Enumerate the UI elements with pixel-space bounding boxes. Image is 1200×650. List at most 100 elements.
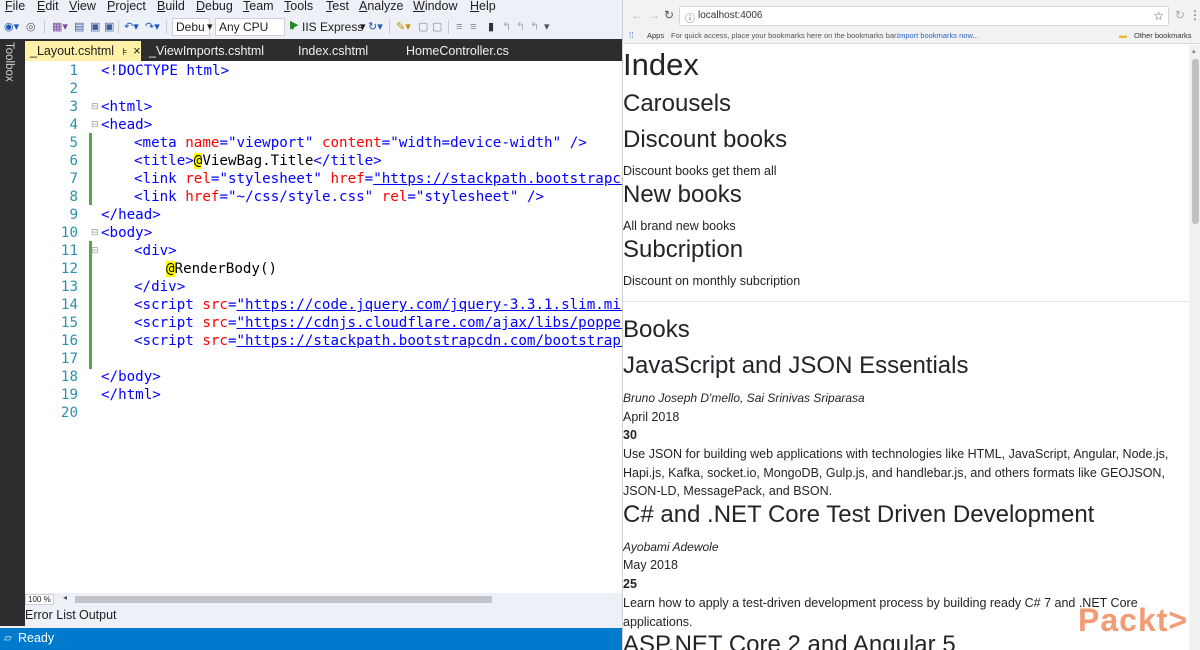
fold-icon[interactable]: ⊟	[91, 102, 99, 112]
code-token: "stylesheet"	[415, 189, 519, 205]
new-project-icon[interactable]: ▦▾	[52, 19, 68, 35]
zoom-select[interactable]: 100 %	[25, 594, 54, 605]
pin-icon[interactable]: ⊧	[122, 47, 127, 58]
fold-icon[interactable]: ⊟	[91, 246, 99, 256]
menu-test[interactable]: Test	[326, 0, 349, 13]
forward-nav-icon[interactable]: ◎	[26, 19, 36, 35]
tab-index-cshtml[interactable]: Index.cshtml	[298, 41, 368, 61]
menu-team[interactable]: Team	[243, 0, 274, 13]
line-number: 11	[60, 243, 78, 259]
configuration-select[interactable]: Debu	[172, 18, 210, 36]
chevron-down-icon[interactable]: ▾	[360, 19, 366, 35]
line-number: 15	[60, 315, 78, 331]
info-icon[interactable]: ⓘ	[685, 10, 695, 25]
scroll-thumb[interactable]	[75, 596, 492, 603]
fold-icon[interactable]: ⊟	[91, 120, 99, 130]
back-nav-icon[interactable]: ◉▾	[4, 19, 19, 35]
menu-icon[interactable]: ⋮	[1189, 8, 1200, 22]
code-line-3: <html>	[101, 99, 152, 115]
menu-view[interactable]: View	[69, 0, 96, 13]
forward-icon[interactable]: →	[648, 8, 660, 22]
code-token: "~/css/style.css"	[227, 189, 374, 205]
code-token: RenderBody()	[174, 261, 278, 277]
code-token: @	[166, 261, 175, 277]
menu-build[interactable]: Build	[157, 0, 185, 13]
code-line-1: <!DOCTYPE html>	[101, 63, 229, 79]
run-target-button[interactable]: IIS Express	[302, 19, 363, 35]
open-file-icon[interactable]: ▤	[74, 19, 84, 35]
code-editor[interactable]: 1 2 3 4 5 6 7 8 9 10 11 12 13 14 15 16 1…	[25, 61, 622, 593]
save-all-icon[interactable]: ▣	[104, 19, 114, 35]
code-link[interactable]: "https://stackpath.bootstrapcdn.	[373, 171, 622, 187]
scroll-thumb[interactable]	[1192, 59, 1199, 224]
code-line-10: <body>	[101, 225, 152, 241]
step-icon[interactable]: ▢	[418, 19, 428, 35]
book-title: ASP.NET Core 2 and Angular 5	[623, 631, 956, 650]
format-icon[interactable]: ≡	[470, 19, 476, 35]
refresh-icon[interactable]: ↻▾	[368, 19, 383, 35]
bookmark-icon[interactable]: ↰	[516, 19, 525, 35]
fold-icon[interactable]: ⊟	[91, 228, 99, 238]
bookmark-icon[interactable]: ↰	[530, 19, 539, 35]
code-link[interactable]: "https://cdnjs.cloudflare.com/ajax/libs/…	[237, 315, 622, 331]
menu-tools[interactable]: Tools	[284, 0, 313, 13]
bookmark-icon[interactable]: ↰	[502, 19, 511, 35]
menu-project[interactable]: Project	[107, 0, 146, 13]
heading-books: Books	[623, 316, 690, 343]
play-icon[interactable]: ▶	[290, 17, 298, 33]
close-icon[interactable]: ×	[133, 44, 140, 58]
line-number: 17	[60, 351, 78, 367]
apps-icon[interactable]: ⁞⁞	[629, 31, 633, 40]
other-bookmarks[interactable]: Other bookmarks	[1134, 31, 1192, 40]
extension-icon[interactable]: ↻	[1175, 8, 1185, 22]
tab-layout-cshtml[interactable]: _Layout.cshtml ⊧ ×	[25, 41, 141, 61]
menu-window[interactable]: Window	[413, 0, 457, 13]
undo-icon[interactable]: ↶▾	[124, 19, 139, 35]
line-number: 7	[69, 171, 78, 187]
star-icon[interactable]: ☆	[1153, 9, 1164, 23]
code-line-13: </div>	[134, 279, 185, 295]
menu-analyze[interactable]: Analyze	[359, 0, 403, 13]
address-bar[interactable]: ⓘ localhost:4006 ☆	[679, 6, 1169, 26]
scroll-left-icon[interactable]: ◂	[63, 593, 67, 602]
overflow-icon[interactable]: ▾	[544, 19, 550, 35]
browser-link-icon[interactable]: ✎▾	[396, 19, 411, 35]
apps-link[interactable]: Apps	[647, 31, 664, 40]
back-icon[interactable]: ←	[631, 8, 643, 22]
tab-output[interactable]: Output	[79, 608, 117, 622]
reload-icon[interactable]: ↻	[664, 8, 674, 22]
visual-studio-window: File Edit View Project Build Debug Team …	[0, 0, 622, 650]
editor-horizontal-scrollbar[interactable]: 100 % ◂	[25, 593, 622, 606]
code-token: href	[330, 171, 365, 187]
tab-viewimports-cshtml[interactable]: _ViewImports.cshtml	[149, 41, 264, 61]
scroll-up-icon[interactable]: ▴	[1192, 47, 1196, 55]
tab-homecontroller-cs[interactable]: HomeController.cs	[406, 41, 509, 61]
code-token: src	[202, 333, 228, 349]
chevron-down-icon[interactable]: ▾	[207, 19, 213, 35]
subcription-text: Discount on monthly subcription	[623, 274, 801, 288]
code-link[interactable]: "https://stackpath.bootstrapcdn.com/boot…	[237, 333, 622, 349]
book-price: 30	[623, 428, 637, 442]
menu-file[interactable]: File	[5, 0, 25, 13]
code-token: />	[569, 135, 587, 151]
bookmark-icon[interactable]: ▮	[488, 19, 494, 35]
tab-error-list[interactable]: Error List	[25, 608, 76, 622]
bookmarks-bar: ⁞⁞ Apps For quick access, place your boo…	[623, 30, 1200, 44]
code-token: <link	[134, 171, 177, 187]
discount-text: Discount books get them all	[623, 164, 777, 178]
save-icon[interactable]: ▣	[90, 19, 100, 35]
step-icon[interactable]: ▢	[432, 19, 442, 35]
menu-edit[interactable]: Edit	[37, 0, 59, 13]
toolbox-label[interactable]: Toolbox	[3, 42, 15, 82]
code-token: <body>	[101, 225, 153, 241]
page-vertical-scrollbar[interactable]: ▴	[1189, 45, 1200, 650]
redo-icon[interactable]: ↷▾	[145, 19, 160, 35]
import-bookmarks-link[interactable]: Import bookmarks now...	[897, 31, 979, 40]
code-token: ViewBag.Title	[202, 153, 314, 169]
format-icon[interactable]: ≡	[456, 19, 462, 35]
platform-select[interactable]: Any CPU	[215, 18, 285, 36]
code-link[interactable]: "https://code.jquery.com/jquery-3.3.1.sl…	[237, 297, 622, 313]
code-line-6: <title>@ViewBag.Title</title>	[134, 153, 382, 169]
menu-help[interactable]: Help	[470, 0, 496, 13]
menu-debug[interactable]: Debug	[196, 0, 233, 13]
